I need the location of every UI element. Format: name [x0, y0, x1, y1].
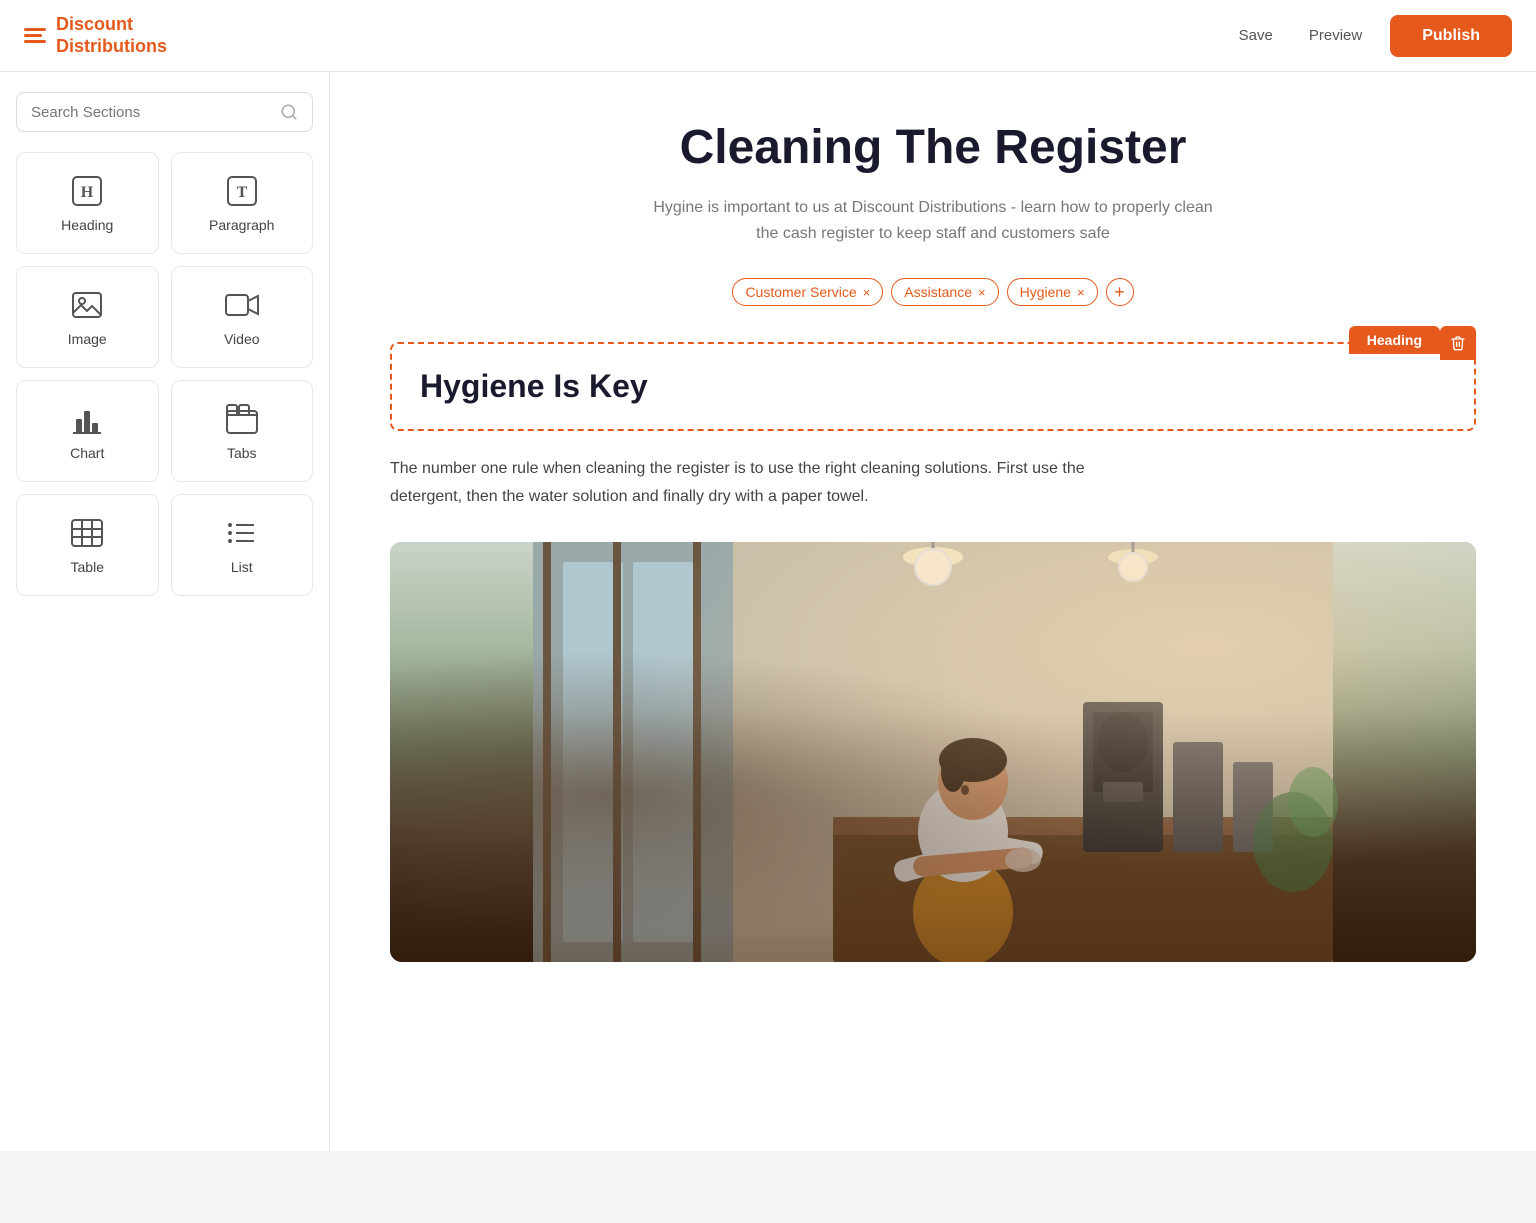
image-icon — [69, 287, 105, 323]
logo-line-3 — [24, 40, 46, 43]
tags-row: Customer Service × Assistance × Hygiene … — [390, 278, 1476, 306]
search-icon — [280, 103, 298, 121]
logo-line-1 — [24, 28, 46, 31]
publish-button[interactable]: Publish — [1390, 15, 1512, 57]
block-delete-button[interactable] — [1440, 326, 1476, 360]
heading-block-wrapper: Heading Hygiene Is Key — [390, 342, 1476, 431]
trash-icon — [1450, 335, 1466, 351]
tag-hygiene[interactable]: Hygiene × — [1007, 278, 1098, 306]
main-content: Cleaning The Register Hygine is importan… — [330, 72, 1536, 1151]
tag-assistance[interactable]: Assistance × — [891, 278, 998, 306]
image-overlay — [390, 710, 1476, 962]
sidebar-item-chart[interactable]: Chart — [16, 380, 159, 482]
sidebar-item-tabs[interactable]: Tabs — [171, 380, 314, 482]
video-icon — [224, 287, 260, 323]
sidebar-item-paragraph[interactable]: T Paragraph — [171, 152, 314, 254]
chart-icon — [69, 401, 105, 437]
search-box[interactable] — [16, 92, 313, 132]
svg-text:T: T — [236, 184, 247, 201]
sections-grid: H Heading T Paragraph Image — [16, 152, 313, 596]
app-layout: H Heading T Paragraph Image — [0, 72, 1536, 1151]
chart-label: Chart — [70, 445, 104, 461]
sidebar-item-heading[interactable]: H Heading — [16, 152, 159, 254]
search-input[interactable] — [31, 104, 280, 121]
sidebar: H Heading T Paragraph Image — [0, 72, 330, 1151]
list-icon — [224, 515, 260, 551]
list-label: List — [231, 559, 253, 575]
tag-add-button[interactable]: + — [1106, 278, 1134, 306]
logo-text: Discount Distributions — [56, 14, 167, 57]
table-icon — [69, 515, 105, 551]
sidebar-item-image[interactable]: Image — [16, 266, 159, 368]
logo-icon — [24, 28, 46, 43]
preview-button[interactable]: Preview — [1301, 23, 1370, 48]
tabs-icon — [224, 401, 260, 437]
header-actions: Save Preview Publish — [1231, 15, 1512, 57]
tabs-label: Tabs — [227, 445, 257, 461]
app-header: Discount Distributions Save Preview Publ… — [0, 0, 1536, 72]
image-label: Image — [68, 331, 107, 347]
paragraph-label: Paragraph — [209, 217, 274, 233]
logo-line-2 — [24, 34, 42, 37]
page-title: Cleaning The Register — [390, 120, 1476, 175]
svg-text:H: H — [81, 184, 94, 201]
heading-block-text[interactable]: Hygiene Is Key — [420, 368, 1446, 405]
sidebar-item-video[interactable]: Video — [171, 266, 314, 368]
page-subtitle: Hygine is important to us at Discount Di… — [653, 195, 1213, 246]
logo: Discount Distributions — [24, 14, 167, 57]
heading-block[interactable]: Hygiene Is Key — [390, 342, 1476, 431]
table-label: Table — [71, 559, 104, 575]
tag-remove-hygiene[interactable]: × — [1077, 286, 1085, 299]
paragraph-icon: T — [224, 173, 260, 209]
sidebar-item-list[interactable]: List — [171, 494, 314, 596]
heading-label: Heading — [61, 217, 113, 233]
tag-customer-service[interactable]: Customer Service × — [732, 278, 883, 306]
tag-remove-customer-service[interactable]: × — [863, 286, 871, 299]
save-button[interactable]: Save — [1231, 23, 1281, 48]
heading-icon: H — [69, 173, 105, 209]
image-scene — [390, 542, 1476, 962]
sidebar-item-table[interactable]: Table — [16, 494, 159, 596]
image-block — [390, 542, 1476, 962]
tag-remove-assistance[interactable]: × — [978, 286, 986, 299]
body-text: The number one rule when cleaning the re… — [390, 455, 1150, 509]
block-type-label: Heading — [1349, 326, 1440, 354]
video-label: Video — [224, 331, 260, 347]
